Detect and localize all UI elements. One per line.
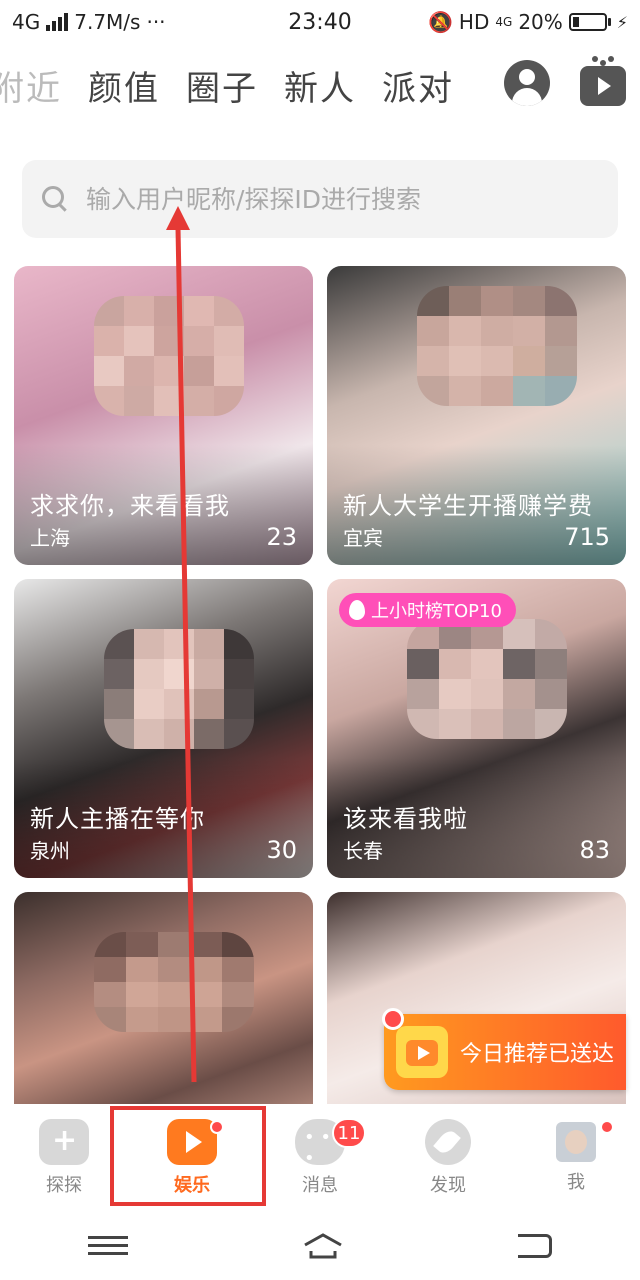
notification-dot: [600, 1120, 614, 1134]
tab-newcomer[interactable]: 新人: [284, 61, 356, 110]
nav-label: 娱乐: [174, 1175, 210, 1196]
hot-rank-badge: 上小时榜TOP10: [339, 593, 516, 627]
mosaic-face: [94, 296, 244, 416]
nav-label: 消息: [302, 1175, 338, 1196]
nav-label: 探探: [46, 1175, 82, 1196]
net-small: 4G: [495, 15, 513, 29]
search-icon: [42, 186, 68, 212]
more-dots: ···: [146, 10, 166, 34]
viewer-count: 23: [266, 523, 297, 551]
viewer-count: 83: [579, 836, 610, 864]
network-type: 4G: [12, 10, 41, 34]
nav-label: 我: [567, 1172, 585, 1193]
viewer-count: 715: [564, 523, 610, 551]
home-icon[interactable]: [303, 1231, 343, 1261]
live-card[interactable]: 新人大学生开播赚学费 宜宾 715: [327, 266, 626, 565]
recommend-toast[interactable]: 今日推荐已送达: [382, 1008, 626, 1090]
status-left: 4G 7.7M/s ···: [12, 10, 166, 34]
tab-party[interactable]: 派对: [382, 61, 454, 110]
mosaic-face: [407, 619, 567, 739]
hot-rank-label: 上小时榜TOP10: [371, 601, 502, 622]
search-input[interactable]: [86, 184, 586, 214]
tab-list: 附近 颜值 圈子 新人 派对: [0, 61, 454, 110]
nav-messages[interactable]: 11 消息: [256, 1104, 384, 1212]
card-city: 泉州: [30, 839, 70, 863]
hd-label: HD: [458, 10, 490, 34]
user-icon[interactable]: [504, 60, 550, 106]
notification-dot: [210, 1120, 224, 1134]
recommend-gift-icon: [396, 1026, 448, 1078]
toast-label: 今日推荐已送达: [460, 1042, 615, 1067]
status-right: 🔕 HD 4G 20% ⚡: [428, 10, 628, 34]
status-bar: 4G 7.7M/s ··· 23:40 🔕 HD 4G 20% ⚡: [0, 0, 640, 44]
battery-icon: [568, 13, 611, 31]
live-card[interactable]: 新人主播在等你 泉州 30: [14, 579, 313, 878]
tab-circle[interactable]: 圈子: [186, 61, 258, 110]
network-speed: 7.7M/s: [74, 10, 141, 34]
card-title: 求求你，来看看我: [30, 492, 230, 520]
live-card[interactable]: 上小时榜TOP10 该来看我啦 长春 83: [327, 579, 626, 878]
profile-avatar: [556, 1122, 596, 1162]
live-tv-icon[interactable]: [580, 56, 626, 106]
bottom-nav: 探探 娱乐 11 消息 发现 我: [0, 1104, 640, 1212]
card-city: 长春: [343, 839, 383, 863]
system-nav: [0, 1212, 640, 1280]
charging-icon: ⚡: [616, 12, 628, 32]
mosaic-face: [417, 286, 577, 406]
tab-nearby[interactable]: 附近: [0, 61, 62, 110]
live-card[interactable]: [14, 892, 313, 1106]
nav-entertainment[interactable]: 娱乐: [128, 1104, 256, 1212]
tantan-icon: [39, 1119, 89, 1165]
flame-icon: [349, 600, 365, 620]
message-count-badge: 11: [332, 1118, 366, 1148]
tab-looks[interactable]: 颜值: [88, 61, 160, 110]
mosaic-face: [104, 629, 254, 749]
search-bar[interactable]: [22, 160, 618, 238]
category-tabs: 附近 颜值 圈子 新人 派对: [0, 50, 640, 120]
battery-percent: 20%: [518, 10, 563, 34]
header-icons: [504, 56, 626, 106]
live-card[interactable]: 求求你，来看看我 上海 23: [14, 266, 313, 565]
mosaic-face: [94, 932, 254, 1032]
card-title: 新人大学生开播赚学费: [343, 492, 593, 520]
nav-label: 发现: [430, 1175, 466, 1196]
menu-icon[interactable]: [87, 1231, 128, 1261]
card-title: 新人主播在等你: [30, 805, 205, 833]
signal-icon: [46, 13, 69, 31]
discover-icon: [425, 1119, 471, 1165]
card-city: 上海: [30, 526, 70, 550]
mute-icon: 🔕: [428, 10, 453, 34]
viewer-count: 30: [266, 836, 297, 864]
card-title: 该来看我啦: [343, 805, 468, 833]
nav-me[interactable]: 我: [512, 1104, 640, 1212]
nav-tantan[interactable]: 探探: [0, 1104, 128, 1212]
back-icon[interactable]: [518, 1234, 553, 1258]
card-city: 宜宾: [343, 526, 383, 550]
nav-discover[interactable]: 发现: [384, 1104, 512, 1212]
